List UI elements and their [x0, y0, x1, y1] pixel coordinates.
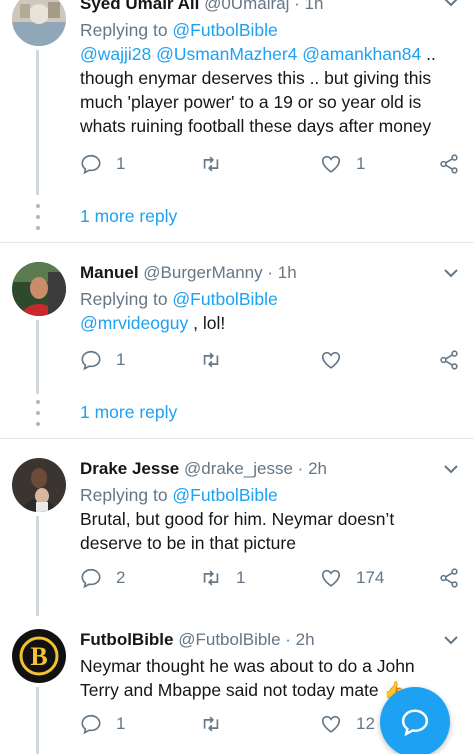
divider — [0, 438, 474, 439]
like-count: 12 — [356, 714, 375, 733]
author-name[interactable]: Drake Jesse — [80, 459, 179, 478]
avatar[interactable] — [12, 262, 66, 316]
tweet-actions: 1 — [80, 349, 462, 375]
compose-reply-icon — [401, 709, 429, 737]
tweet-actions: 1 1 — [80, 153, 462, 179]
reply-button[interactable]: 1 — [80, 153, 125, 175]
chevron-down-icon[interactable] — [442, 631, 460, 649]
retweet-icon — [203, 156, 219, 172]
like-button[interactable]: 12 — [320, 713, 375, 735]
retweet-count: 1 — [236, 568, 246, 587]
timestamp[interactable]: 2h — [296, 630, 315, 649]
reply-icon — [81, 154, 101, 175]
share-button[interactable] — [438, 567, 460, 589]
thread-line — [36, 516, 39, 616]
svg-text:B: B — [30, 642, 47, 671]
retweet-icon — [203, 570, 219, 586]
timestamp[interactable]: 1h — [278, 263, 297, 282]
tweet-2[interactable]: Manuel @BurgerManny · 1h Replying to @Fu… — [0, 250, 474, 400]
author-name[interactable]: FutbolBible — [80, 630, 173, 649]
reply-button[interactable]: 1 — [80, 713, 125, 735]
share-icon — [440, 350, 458, 370]
reply-count: 1 — [116, 714, 126, 733]
author-handle[interactable]: @BurgerManny — [143, 263, 262, 282]
thread-line — [36, 50, 39, 195]
separator: · — [297, 459, 304, 478]
like-button[interactable]: 1 — [320, 153, 365, 175]
share-icon — [440, 154, 458, 174]
thread-line — [36, 687, 39, 754]
avatar[interactable] — [12, 0, 66, 46]
separator: · — [285, 630, 291, 649]
like-icon — [321, 351, 341, 369]
tweet-body: @wajji28 @UsmanMazher4 @amankhan84 .. th… — [80, 44, 436, 136]
tweet-actions: 2 1 174 — [80, 567, 462, 593]
retweet-button[interactable] — [200, 153, 236, 175]
reply-button[interactable]: 2 — [80, 567, 125, 589]
like-button[interactable]: 174 — [320, 567, 384, 589]
reply-count: 2 — [116, 568, 126, 587]
chevron-down-icon[interactable] — [442, 264, 460, 282]
reply-button[interactable]: 1 — [80, 349, 125, 371]
tweet-header: Manuel @BurgerManny · 1h — [80, 262, 462, 284]
reply-count: 1 — [116, 154, 126, 173]
more-replies-link[interactable]: 1 more reply — [0, 198, 474, 238]
replying-to: Replying to @FutbolBible — [80, 485, 278, 505]
separator: · — [267, 263, 274, 282]
retweet-button[interactable] — [200, 713, 236, 735]
like-icon — [321, 155, 341, 173]
replying-to-link[interactable]: @FutbolBible — [172, 485, 277, 505]
replying-to-link[interactable]: @FutbolBible — [172, 20, 277, 40]
avatar[interactable] — [12, 458, 66, 512]
divider — [0, 242, 474, 243]
retweet-icon — [203, 716, 219, 732]
author-handle[interactable]: @0Umairaj — [204, 0, 289, 13]
more-replies-label[interactable]: 1 more reply — [80, 206, 177, 227]
share-button[interactable] — [438, 153, 460, 175]
mention-link[interactable]: @mrvideoguy — [80, 313, 188, 333]
like-icon — [321, 569, 341, 587]
compose-reply-button[interactable] — [380, 687, 450, 754]
timestamp[interactable]: 1h — [305, 0, 324, 13]
share-button[interactable] — [438, 349, 460, 371]
author-handle[interactable]: @drake_jesse — [184, 459, 293, 478]
replying-to-link[interactable]: @FutbolBible — [172, 289, 277, 309]
author-handle[interactable]: @FutbolBible — [178, 630, 280, 649]
retweet-button[interactable] — [200, 349, 236, 371]
tweet-3[interactable]: Drake Jesse @drake_jesse · 2h Replying t… — [0, 446, 474, 621]
avatar[interactable]: B — [12, 629, 66, 683]
more-replies-link[interactable]: 1 more reply — [0, 394, 474, 434]
tweet-header: Syed Umair Ali @0Umairaj · 1h — [80, 0, 462, 15]
chevron-down-icon[interactable] — [442, 0, 460, 11]
tweet-header: Drake Jesse @drake_jesse · 2h — [80, 458, 462, 480]
like-count: 1 — [356, 154, 366, 173]
reply-icon — [81, 568, 101, 589]
more-dots-icon — [36, 400, 40, 428]
more-dots-icon — [36, 204, 40, 232]
author-name[interactable]: Manuel — [80, 263, 139, 282]
like-button[interactable] — [320, 349, 356, 371]
chevron-down-icon[interactable] — [442, 460, 460, 478]
mention-links[interactable]: @wajji28 @UsmanMazher4 @amankhan84 — [80, 44, 421, 64]
reply-icon — [81, 714, 101, 735]
retweet-button[interactable]: 1 — [200, 567, 245, 589]
like-icon — [321, 715, 341, 733]
like-count: 174 — [356, 568, 385, 587]
timestamp[interactable]: 2h — [308, 459, 327, 478]
thread-line — [36, 320, 39, 394]
replying-to: Replying to @FutbolBible — [80, 289, 278, 309]
share-icon — [440, 568, 458, 588]
retweet-icon — [203, 352, 219, 368]
author-name[interactable]: Syed Umair Ali — [80, 0, 199, 13]
tweet-body: Neymar thought he was about to do a John… — [80, 656, 415, 700]
reply-count: 1 — [116, 350, 126, 369]
tweet-header: FutbolBible @FutbolBible · 2h — [80, 629, 462, 651]
reply-icon — [81, 350, 101, 371]
replying-to: Replying to @FutbolBible — [80, 20, 278, 40]
tweet-body: Brutal, but good for him. Neymar doesn’t… — [80, 509, 395, 553]
separator: · — [294, 0, 300, 13]
tweet-body: @mrvideoguy , lol! — [80, 313, 226, 333]
more-replies-label[interactable]: 1 more reply — [80, 402, 177, 423]
